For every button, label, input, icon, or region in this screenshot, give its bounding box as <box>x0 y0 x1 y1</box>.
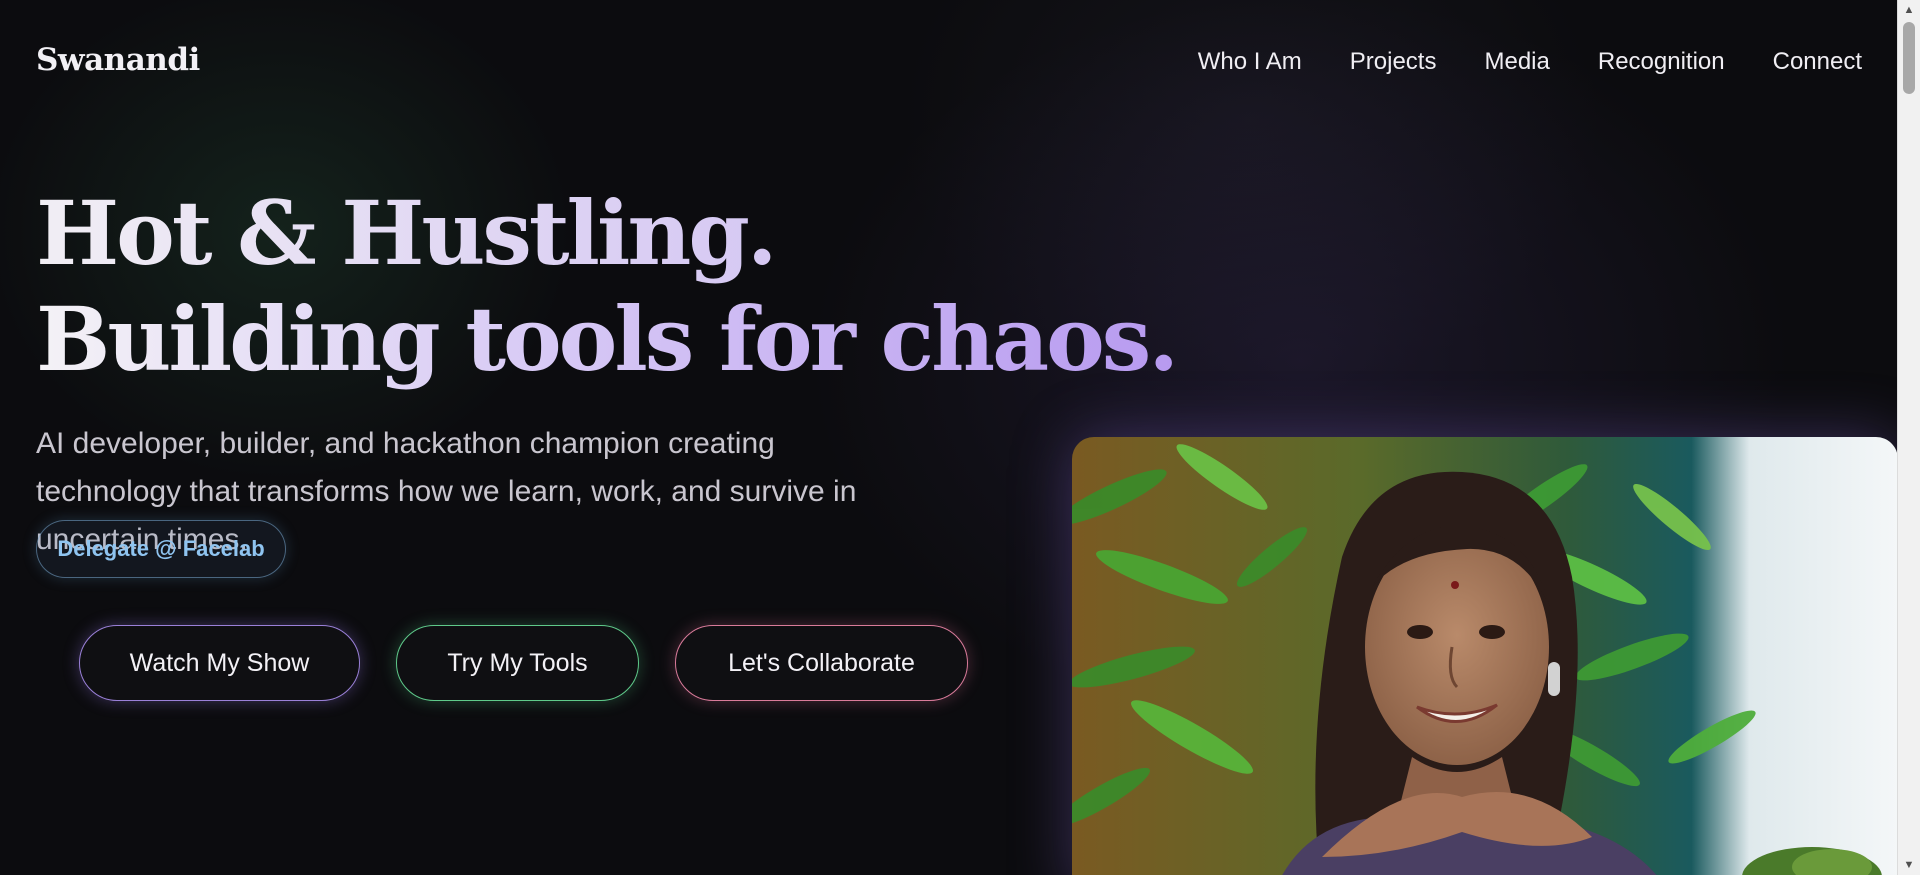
main-nav: Who I Am Projects Media Recognition Conn… <box>1198 48 1862 76</box>
nav-item-media[interactable]: Media <box>1484 48 1549 76</box>
hero-headline: Hot & Hustling. Building tools for chaos… <box>36 180 1179 392</box>
nav-item-connect[interactable]: Connect <box>1773 48 1862 76</box>
portrait-photo-illustration <box>1072 437 1898 875</box>
role-badge: Delegate @ Facelab <box>36 520 286 578</box>
nav-item-recognition[interactable]: Recognition <box>1598 48 1725 76</box>
lets-collaborate-button[interactable]: Let's Collaborate <box>675 625 968 701</box>
try-my-tools-button[interactable]: Try My Tools <box>396 625 639 701</box>
watch-my-show-button[interactable]: Watch My Show <box>79 625 360 701</box>
hero-headline-line-1: Hot & Hustling. <box>36 180 1176 286</box>
nav-item-who-i-am[interactable]: Who I Am <box>1198 48 1302 76</box>
page-scrollbar[interactable]: ▲ ▼ <box>1897 0 1920 875</box>
portrait-photo <box>1072 437 1898 875</box>
arrow-down-icon[interactable]: ▼ <box>1898 855 1920 875</box>
nav-item-projects[interactable]: Projects <box>1350 48 1437 76</box>
scrollbar-thumb[interactable] <box>1903 22 1915 94</box>
page-viewport: Swanandi Who I Am Projects Media Recogni… <box>0 0 1898 875</box>
site-logo[interactable]: Swanandi <box>36 42 200 78</box>
arrow-up-icon[interactable]: ▲ <box>1898 0 1920 20</box>
hero-headline-line-2: Building tools for chaos. <box>36 287 1179 391</box>
